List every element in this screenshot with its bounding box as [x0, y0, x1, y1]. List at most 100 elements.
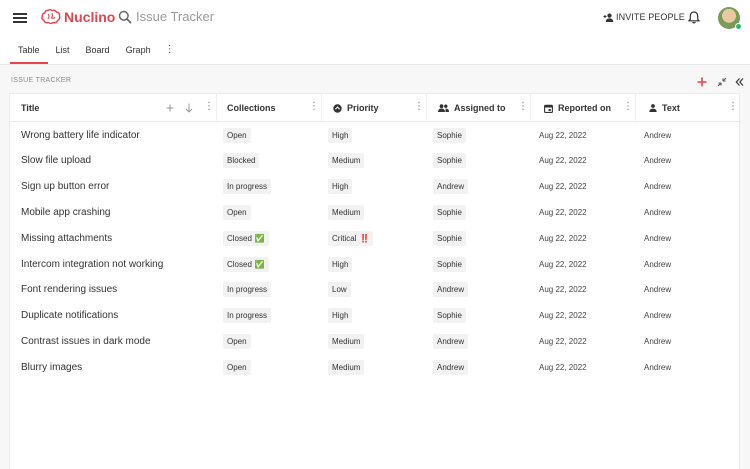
cell-reported-on[interactable]: Aug 22, 2022: [535, 277, 587, 303]
cell-reported-on[interactable]: Aug 22, 2022: [535, 148, 587, 174]
logo[interactable]: Nuclino: [41, 9, 115, 25]
tab-graph[interactable]: Graph: [118, 42, 159, 64]
cell-collection[interactable]: Closed ✅: [223, 225, 269, 251]
cell-collection[interactable]: Open: [223, 199, 251, 225]
cell-text[interactable]: Andrew: [640, 277, 671, 303]
cell-text[interactable]: Andrew: [640, 148, 671, 174]
table-row[interactable]: Duplicate notifications In progress High So…: [10, 303, 741, 329]
cell-title[interactable]: Blurry images: [21, 354, 82, 380]
cell-collection[interactable]: Open: [223, 354, 251, 380]
cell-text[interactable]: Andrew: [640, 225, 671, 251]
cell-text[interactable]: Andrew: [640, 303, 671, 329]
cell-assigned-to[interactable]: Andrew: [433, 174, 469, 200]
cell-title[interactable]: Sign up button error: [21, 174, 109, 200]
cell-priority[interactable]: High: [328, 251, 353, 277]
cell-text[interactable]: Andrew: [640, 328, 671, 354]
cell-assigned-to[interactable]: Sophie: [433, 303, 466, 329]
cell-reported-on[interactable]: Aug 22, 2022: [535, 122, 587, 148]
cell-priority[interactable]: Medium: [328, 354, 365, 380]
tabs-more-icon[interactable]: ⋮: [159, 42, 181, 57]
collapse-button[interactable]: [717, 74, 727, 92]
tab-board[interactable]: Board: [78, 42, 118, 64]
cell-assigned-to[interactable]: Andrew: [433, 277, 469, 303]
cell-reported-on[interactable]: Aug 22, 2022: [535, 354, 587, 380]
cell-title[interactable]: Missing attachments: [21, 225, 112, 251]
cell-reported-on[interactable]: Aug 22, 2022: [535, 174, 587, 200]
more-vert-icon[interactable]: ⋮: [518, 102, 528, 112]
table-row[interactable]: Missing attachments Closed ✅ Critical ‼️ Soph…: [10, 225, 741, 251]
cell-priority[interactable]: High: [328, 174, 353, 200]
cell-reported-on[interactable]: Aug 22, 2022: [535, 303, 587, 329]
cell-assigned-to[interactable]: Sophie: [433, 225, 466, 251]
cell-title[interactable]: Contrast issues in dark mode: [21, 328, 151, 354]
cell-priority[interactable]: Critical ‼️: [328, 225, 374, 251]
column-header-priority[interactable]: Priority: [333, 94, 379, 122]
search-bar[interactable]: [118, 9, 316, 24]
table-row[interactable]: Contrast issues in dark mode Open Medium An…: [10, 328, 741, 354]
cell-text[interactable]: Andrew: [640, 354, 671, 380]
table-row[interactable]: Wrong battery life indicator Open High Soph…: [10, 122, 741, 148]
column-header-text[interactable]: Text: [649, 94, 680, 122]
table-row[interactable]: Intercom integration not working Closed ✅ H…: [10, 251, 741, 277]
table-row[interactable]: Mobile app crashing Open Medium Sophie Aug 2…: [10, 199, 741, 225]
invite-people-button[interactable]: INVITE PEOPLE: [603, 12, 685, 22]
cell-title[interactable]: Slow file upload: [21, 148, 91, 174]
cell-text[interactable]: Andrew: [640, 174, 671, 200]
cell-collection[interactable]: Closed ✅: [223, 251, 269, 277]
column-header-reported-on[interactable]: Reported on: [544, 94, 611, 122]
cell-priority[interactable]: Low: [328, 277, 351, 303]
cell-text[interactable]: Andrew: [640, 251, 671, 277]
column-header-title[interactable]: Title: [21, 94, 39, 122]
cell-title[interactable]: Wrong battery life indicator: [21, 122, 140, 148]
column-header-assigned-to[interactable]: Assigned to: [438, 94, 506, 122]
cell-collection[interactable]: Blocked: [223, 148, 260, 174]
table-row[interactable]: Slow file upload Blocked Medium Sophie Aug 2…: [10, 148, 741, 174]
table-row[interactable]: Sign up button error In progress High Andre…: [10, 174, 741, 200]
plus-icon[interactable]: [166, 104, 174, 112]
cell-text[interactable]: Andrew: [640, 122, 671, 148]
cell-collection[interactable]: In progress: [223, 174, 272, 200]
more-vert-icon[interactable]: ⋮: [414, 102, 424, 112]
cell-assigned-to[interactable]: Sophie: [433, 199, 466, 225]
cell-reported-on[interactable]: Aug 22, 2022: [535, 199, 587, 225]
cell-reported-on[interactable]: Aug 22, 2022: [535, 225, 587, 251]
cell-priority[interactable]: Medium: [328, 199, 365, 225]
cell-reported-on[interactable]: Aug 22, 2022: [535, 328, 587, 354]
sort-down-icon[interactable]: [185, 103, 193, 113]
cell-assigned-to[interactable]: Sophie: [433, 122, 466, 148]
cell-collection[interactable]: Open: [223, 328, 251, 354]
add-item-button[interactable]: [697, 74, 707, 92]
table-row[interactable]: Font rendering issues In progress Low Andre…: [10, 277, 741, 303]
more-vert-icon[interactable]: ⋮: [728, 102, 738, 112]
cell-assigned-to[interactable]: Sophie: [433, 251, 466, 277]
cell-title[interactable]: Font rendering issues: [21, 277, 117, 303]
cell-priority[interactable]: High: [328, 122, 353, 148]
plus-icon: [697, 77, 707, 87]
cell-title[interactable]: Mobile app crashing: [21, 199, 111, 225]
cell-collection[interactable]: In progress: [223, 277, 272, 303]
column-header-collections[interactable]: Collections: [227, 94, 276, 122]
tab-table[interactable]: Table: [10, 42, 48, 64]
menu-icon[interactable]: [13, 11, 27, 25]
cell-title[interactable]: Intercom integration not working: [21, 251, 163, 277]
search-input[interactable]: [136, 9, 316, 24]
cell-assigned-to[interactable]: Andrew: [433, 328, 469, 354]
table-row[interactable]: Blurry images Open Medium Andrew Aug 22, 202…: [10, 354, 741, 380]
cell-priority[interactable]: High: [328, 303, 353, 329]
cell-collection[interactable]: Open: [223, 122, 251, 148]
cell-collection[interactable]: In progress: [223, 303, 272, 329]
cell-title[interactable]: Duplicate notifications: [21, 303, 118, 329]
tab-list[interactable]: List: [48, 42, 78, 64]
cell-priority[interactable]: Medium: [328, 148, 365, 174]
cell-priority[interactable]: Medium: [328, 328, 365, 354]
cell-reported-on[interactable]: Aug 22, 2022: [535, 251, 587, 277]
logo-text: Nuclino: [64, 9, 116, 25]
cell-assigned-to[interactable]: Andrew: [433, 354, 469, 380]
more-vert-icon[interactable]: ⋮: [623, 102, 633, 112]
hide-sidebar-button[interactable]: [735, 74, 744, 92]
more-vert-icon[interactable]: ⋮: [309, 102, 319, 112]
cell-text[interactable]: Andrew: [640, 199, 671, 225]
notifications-button[interactable]: [687, 11, 701, 29]
cell-assigned-to[interactable]: Sophie: [433, 148, 466, 174]
more-vert-icon[interactable]: ⋮: [204, 102, 214, 112]
